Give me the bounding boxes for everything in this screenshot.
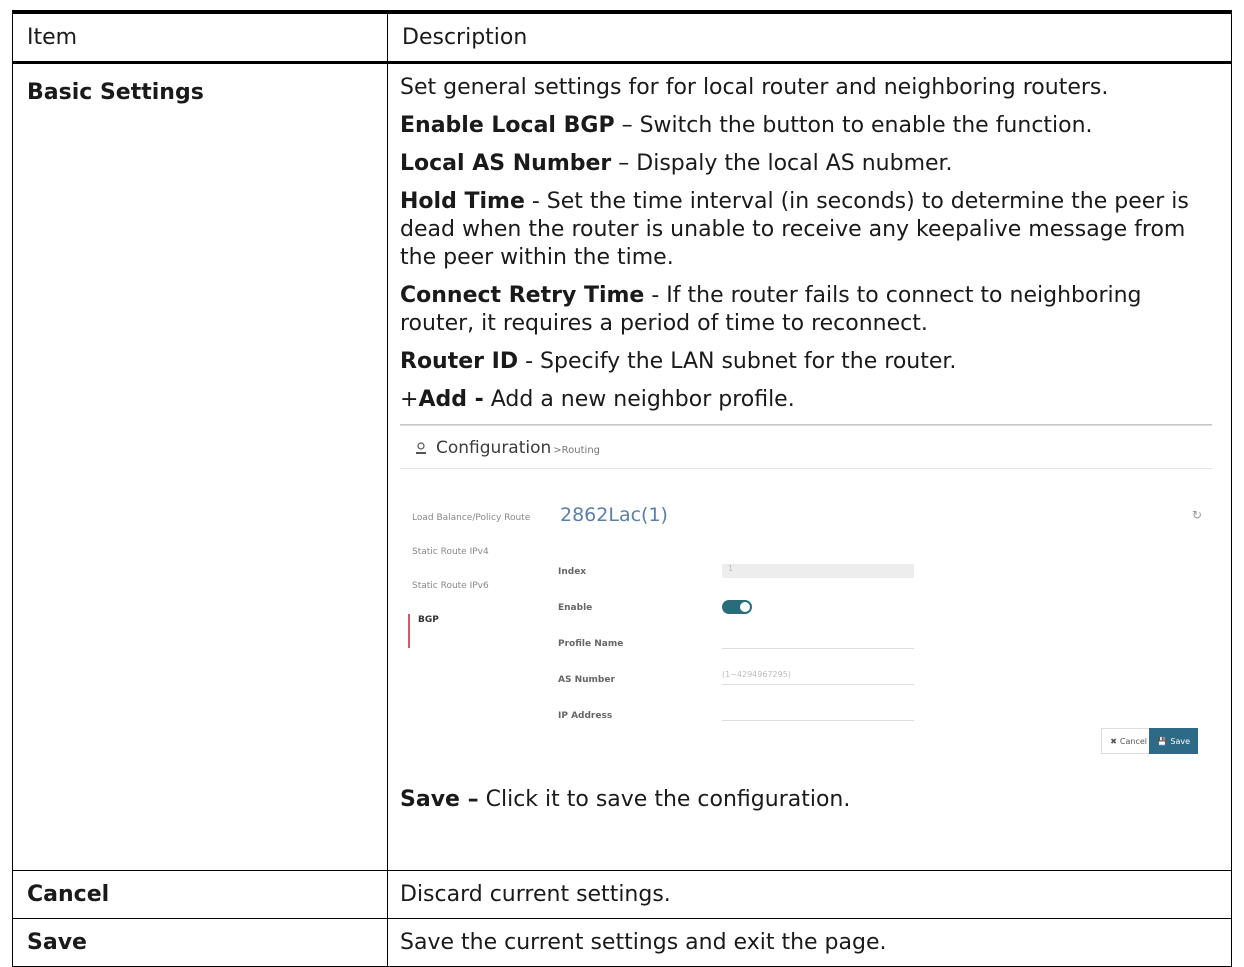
description-table: Item Description Basic Settings Set gene… [12, 10, 1232, 967]
save-button[interactable]: 💾 Save [1149, 728, 1198, 754]
configuration-icon [416, 442, 426, 454]
desc-paragraph: Connect Retry Time - If the router fails… [400, 283, 1142, 336]
header-description: Description [387, 10, 1232, 64]
table-row: Basic Settings Set general settings for … [12, 62, 1232, 871]
desc-paragraph: +Add - Add a new neighbor profile. [400, 387, 795, 412]
desc-basic-settings: Set general settings for for local route… [387, 62, 1232, 871]
table-header-row: Item Description [12, 10, 1232, 64]
cancel-button[interactable]: ✖ Cancel [1101, 728, 1156, 754]
sidebar-item-bgp[interactable]: BGP [408, 614, 532, 648]
screenshot-header: Configuration >Routing [414, 438, 600, 458]
header-item: Item [12, 10, 388, 64]
item-basic-settings: Basic Settings [12, 62, 388, 871]
desc-paragraph: Save – Click it to save the configuratio… [400, 787, 851, 812]
desc-paragraph: Router ID - Specify the LAN subnet for t… [400, 349, 957, 374]
ip-address-input[interactable] [722, 706, 914, 721]
table-row: Cancel Discard current settings. [12, 870, 1232, 919]
as-number-input[interactable]: (1~4294967295) [722, 670, 914, 685]
screenshot-title: Configuration [436, 438, 552, 458]
desc-save: Save the current settings and exit the p… [387, 918, 1232, 967]
device-name: 2862Lac(1) [560, 504, 668, 526]
screenshot-top-border [400, 424, 1212, 426]
ip-address-label: IP Address [558, 711, 613, 721]
refresh-icon[interactable]: ↻ [1192, 508, 1202, 522]
screenshot-breadcrumb: >Routing [553, 445, 601, 456]
index-label: Index [558, 567, 587, 577]
index-field: 1 [722, 564, 914, 578]
as-number-label: AS Number [558, 675, 615, 685]
save-icon: 💾 [1157, 736, 1168, 746]
enable-label: Enable [558, 603, 593, 613]
desc-paragraph: Hold Time - Set the time interval (in se… [400, 189, 1189, 270]
desc-cancel: Discard current settings. [387, 870, 1232, 919]
profile-name-input[interactable] [722, 634, 914, 649]
profile-name-label: Profile Name [558, 639, 624, 649]
divider [400, 468, 1212, 469]
desc-paragraph: Local AS Number – Dispaly the local AS n… [400, 151, 953, 176]
sidebar-item-static-ipv4[interactable]: Static Route IPv4 [412, 546, 532, 558]
sidebar-item-load-balance[interactable]: Load Balance/Policy Route [412, 512, 532, 524]
table-row: Save Save the current settings and exit … [12, 918, 1232, 967]
close-icon: ✖ [1110, 736, 1117, 746]
desc-paragraph: Set general settings for for local route… [400, 75, 1109, 100]
enable-toggle[interactable] [722, 600, 752, 614]
item-cancel: Cancel [12, 870, 388, 919]
desc-paragraph: Enable Local BGP – Switch the button to … [400, 113, 1093, 138]
screenshot-sidebar: Load Balance/Policy Route Static Route I… [408, 512, 532, 670]
embedded-screenshot: Configuration >Routing Load Balance/Poli… [400, 424, 1212, 772]
item-save: Save [12, 918, 388, 967]
sidebar-item-static-ipv6[interactable]: Static Route IPv6 [412, 580, 532, 592]
